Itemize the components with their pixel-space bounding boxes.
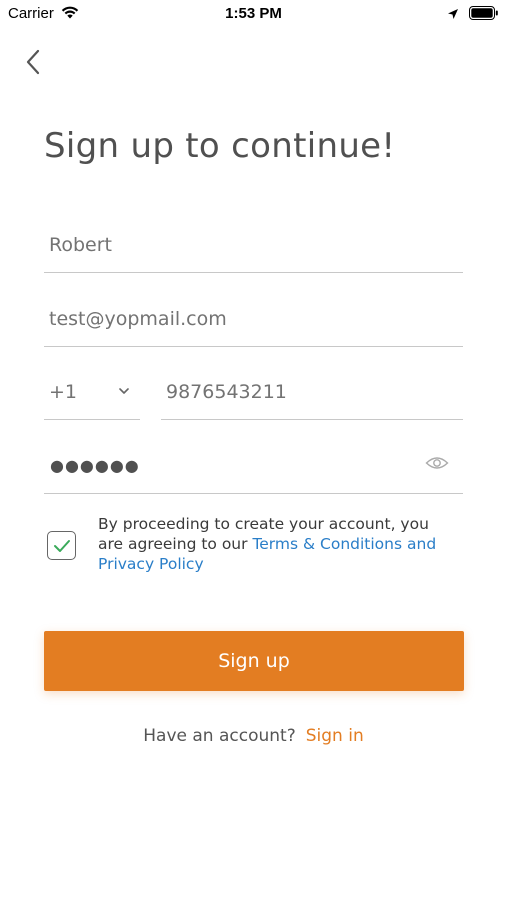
location-arrow-icon bbox=[447, 7, 459, 24]
email-value: test@yopmail.com bbox=[49, 308, 227, 330]
country-code-select[interactable]: +1 bbox=[44, 365, 140, 420]
chevron-down-icon bbox=[118, 380, 130, 399]
signin-link[interactable]: Sign in bbox=[306, 726, 364, 746]
phone-value: 9876543211 bbox=[166, 381, 287, 403]
back-button[interactable] bbox=[18, 46, 48, 78]
country-code-value: +1 bbox=[49, 381, 78, 403]
page-title: Sign up to continue! bbox=[44, 126, 396, 166]
battery-icon bbox=[469, 6, 499, 25]
status-bar: Carrier 1:53 PM bbox=[0, 0, 507, 28]
password-field[interactable]: ●●●●●● bbox=[44, 438, 463, 494]
phone-field[interactable]: 9876543211 bbox=[161, 365, 463, 420]
signin-prompt: Have an account? bbox=[143, 726, 296, 746]
name-field[interactable]: Robert bbox=[44, 218, 463, 273]
email-field[interactable]: test@yopmail.com bbox=[44, 292, 463, 347]
status-time: 1:53 PM bbox=[225, 5, 282, 22]
name-value: Robert bbox=[49, 234, 112, 256]
chevron-left-icon bbox=[26, 49, 40, 75]
password-value: ●●●●●● bbox=[50, 456, 140, 475]
signin-row: Have an account? Sign in bbox=[0, 726, 507, 746]
checkmark-icon bbox=[53, 539, 70, 552]
signup-screen: Carrier 1:53 PM Sign up to continue! Rob… bbox=[0, 0, 507, 900]
signup-button-label: Sign up bbox=[218, 650, 290, 672]
consent-checkbox[interactable] bbox=[47, 531, 76, 560]
consent-text: By proceeding to create your account, yo… bbox=[98, 514, 458, 574]
signup-button[interactable]: Sign up bbox=[44, 631, 464, 691]
eye-icon[interactable] bbox=[425, 455, 449, 475]
